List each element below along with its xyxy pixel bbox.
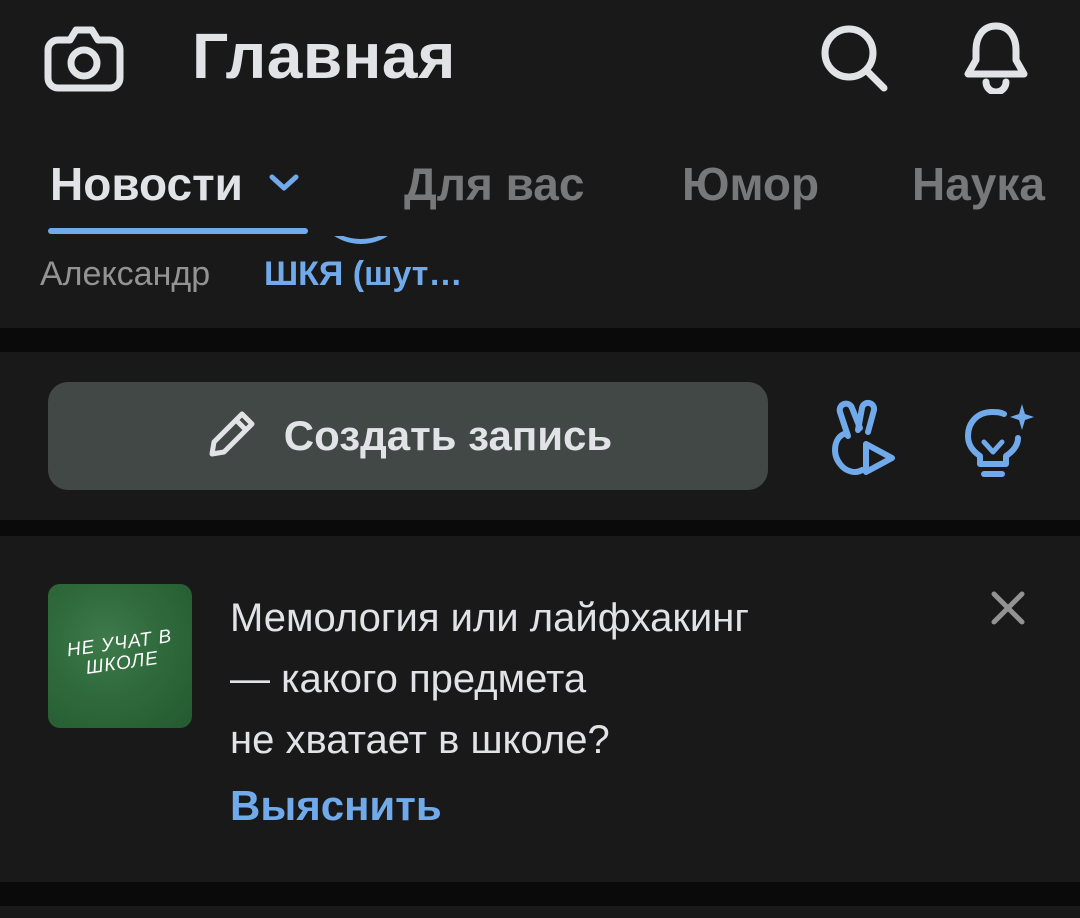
- app-screen: Главная Новости Для вас Юмор Наука Алекс…: [0, 0, 1080, 918]
- bell-icon[interactable]: [958, 18, 1034, 94]
- tab-news[interactable]: Новости: [50, 156, 243, 212]
- clips-icon[interactable]: [822, 398, 906, 482]
- composer-card: Создать запись: [0, 352, 1080, 520]
- pencil-icon: [204, 406, 260, 467]
- search-icon[interactable]: [816, 20, 892, 96]
- promo-text: Мемология или лайфхакинг — какого предме…: [230, 588, 870, 771]
- create-post-button[interactable]: Создать запись: [48, 382, 768, 490]
- stories-strip: Александр ШКЯ (шут…: [0, 236, 1080, 328]
- camera-icon[interactable]: [44, 20, 124, 92]
- promo-card: НЕ УЧАТ В ШКОЛЕ Мемология или лайфхакинг…: [0, 536, 1080, 882]
- idea-bulb-icon[interactable]: [958, 398, 1042, 482]
- active-tab-indicator: [48, 228, 308, 234]
- tab-humor[interactable]: Юмор: [682, 156, 819, 212]
- next-card-edge: [0, 906, 1080, 918]
- chevron-down-icon[interactable]: [266, 168, 302, 198]
- promo-text-line: не хватает в школе?: [230, 718, 610, 762]
- story-label-aleksandr[interactable]: Александр: [40, 254, 210, 294]
- tab-for-you[interactable]: Для вас: [404, 156, 584, 212]
- promo-thumbnail[interactable]: НЕ УЧАТ В ШКОЛЕ: [48, 584, 192, 728]
- find-out-button[interactable]: Выяснить: [230, 780, 442, 832]
- promo-text-line: Мемология или лайфхакинг: [230, 596, 749, 640]
- story-label-shkya[interactable]: ШКЯ (шут…: [264, 254, 462, 294]
- create-post-label: Создать запись: [283, 412, 613, 459]
- promo-text-line: — какого предмета: [230, 657, 587, 701]
- close-icon[interactable]: [984, 584, 1032, 632]
- page-title: Главная: [192, 20, 456, 92]
- tab-science[interactable]: Наука: [912, 156, 1045, 212]
- top-header: Главная Новости Для вас Юмор Наука: [0, 0, 1080, 236]
- thumbnail-caption: НЕ УЧАТ В ШКОЛЕ: [65, 625, 174, 679]
- feed-tabs: Новости Для вас Юмор Наука: [0, 140, 1080, 236]
